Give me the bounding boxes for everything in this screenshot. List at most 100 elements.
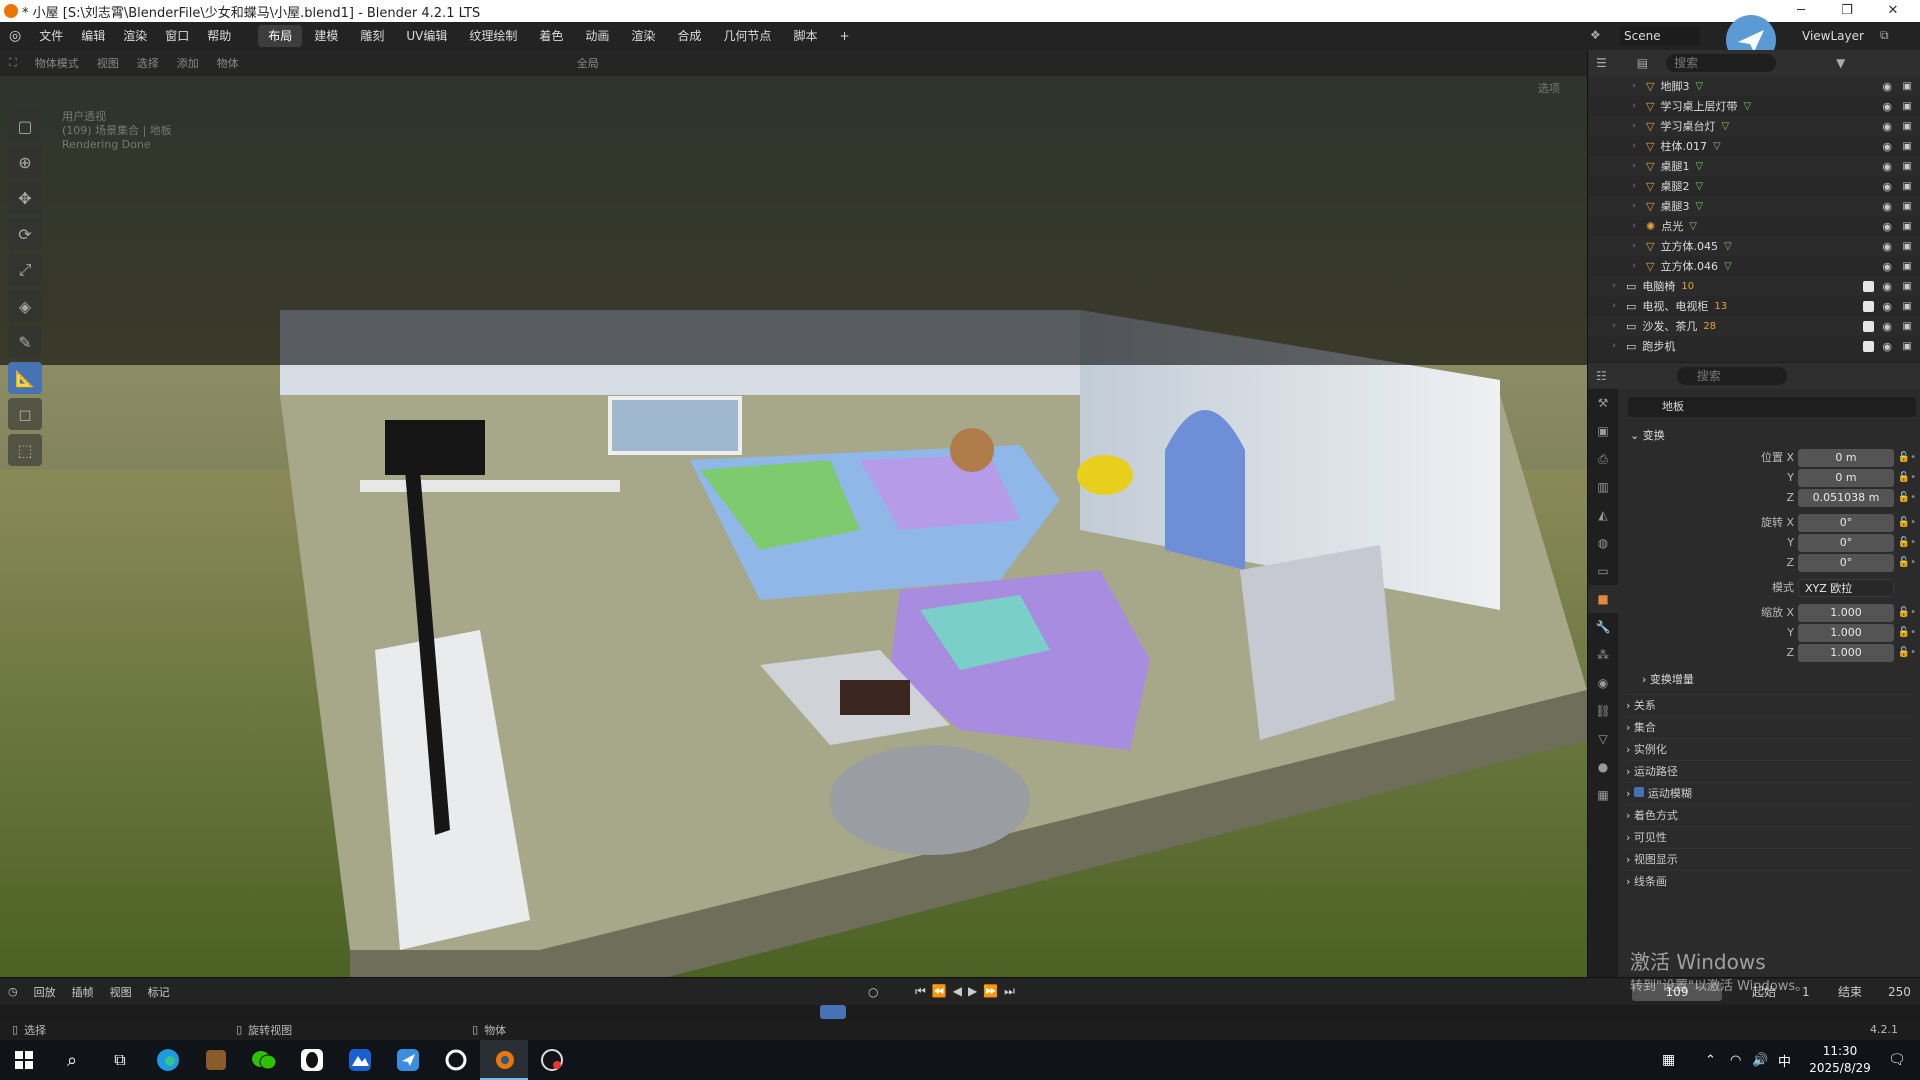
visibility-eye-icon[interactable]: ◉ [1882,260,1892,273]
viewport-options-button[interactable]: 选项 [1538,80,1560,96]
particles-tab-icon[interactable]: ⁂ [1588,641,1618,669]
expand-arrow-icon[interactable]: › [1628,81,1640,91]
cursor-tool[interactable]: ⊕ [8,146,42,178]
properties-subsection[interactable]: › 集合 [1626,716,1914,738]
outliner-row[interactable]: › ▭ 电脑椅 10 ◉ ▣ [1588,276,1920,296]
maximize-button[interactable]: ❐ [1824,0,1870,22]
timeline-menu-marker[interactable]: 标记 [140,984,178,1000]
visibility-eye-icon[interactable]: ◉ [1882,280,1892,293]
location-z-field[interactable]: Z 0.051038 m 🔓• [1622,489,1918,507]
menu-help[interactable]: 帮助 [198,22,240,50]
render-camera-icon[interactable]: ▣ [1903,241,1912,252]
material-tab-icon[interactable]: ● [1588,753,1618,781]
rotation-z-field[interactable]: Z 0° 🔓• [1622,554,1918,572]
outliner-row[interactable]: › ▽ 桌腿1 ▽ ◉ ▣ [1588,156,1920,176]
task-view-icon[interactable]: ⧉ [96,1040,144,1080]
tab-geometry-nodes[interactable]: 几何节点 [713,25,781,47]
measure-tool[interactable]: 📐 [8,362,42,394]
menu-edit[interactable]: 编辑 [72,22,114,50]
expand-arrow-icon[interactable]: › [1608,301,1620,311]
render-camera-icon[interactable]: ▣ [1903,141,1912,152]
expand-arrow-icon[interactable]: › [1628,221,1640,231]
blender-taskbar-icon[interactable] [480,1040,528,1080]
render-camera-icon[interactable]: ▣ [1903,321,1912,332]
expand-arrow-icon[interactable]: › [1608,341,1620,351]
visibility-eye-icon[interactable]: ◉ [1882,80,1892,93]
outliner-row[interactable]: › ▽ 桌腿2 ▽ ◉ ▣ [1588,176,1920,196]
object-tab-icon[interactable]: ■ [1588,585,1618,613]
expand-arrow-icon[interactable]: › [1628,241,1640,251]
qq-icon[interactable] [288,1040,336,1080]
motion-blur-checkbox[interactable] [1633,787,1644,797]
render-camera-icon[interactable]: ▣ [1903,121,1912,132]
visibility-eye-icon[interactable]: ◉ [1882,140,1892,153]
tool-tab-icon[interactable]: ⚒ [1588,389,1618,417]
mode-selector[interactable]: 物体模式 [26,55,88,71]
playback-controls[interactable]: ⏮⏪◀▶⏩⏭ [915,984,1021,999]
volume-icon[interactable]: 🔊 [1752,1053,1768,1068]
wechat-icon[interactable] [240,1040,288,1080]
modifier-tab-icon[interactable]: 🔧 [1588,613,1618,641]
tab-scripting[interactable]: 脚本 [783,25,827,47]
timeline-editor-icon[interactable]: ◷ [0,985,26,998]
menu-render[interactable]: 渲染 [114,22,156,50]
render-camera-icon[interactable]: ▣ [1903,301,1912,312]
collection-checkbox[interactable] [1863,280,1874,292]
copy-viewlayer-icon[interactable]: ⧉ [1880,28,1889,43]
transform-orientation[interactable]: 全局 [568,55,608,71]
menu-file[interactable]: 文件 [30,22,72,50]
outliner-row[interactable]: › ✺ 点光 ▽ ◉ ▣ [1588,216,1920,236]
network-icon[interactable]: ◠ [1730,1053,1741,1068]
expand-arrow-icon[interactable]: › [1628,181,1640,191]
tab-texture-paint[interactable]: 纹理绘制 [459,25,527,47]
outliner-editor-icon[interactable]: ☰ [1596,56,1607,70]
annotate-tool[interactable]: ✎ [8,326,42,358]
apps-grid-icon[interactable]: ▦ [1662,1052,1675,1068]
move-tool[interactable]: ✥ [8,182,42,214]
viewport-menu-add[interactable]: 添加 [168,55,208,71]
system-clock[interactable]: 11:30 2025/8/29 [1800,1043,1880,1077]
tab-shading[interactable]: 着色 [529,25,573,47]
ring-app-icon[interactable] [432,1040,480,1080]
collection-checkbox[interactable] [1863,340,1874,352]
world-tab-icon[interactable]: ◍ [1588,529,1618,557]
properties-subsection[interactable]: › 线条画 [1626,870,1914,892]
playhead[interactable] [820,1005,846,1019]
outliner-search-input[interactable]: 搜索 [1666,54,1777,72]
render-camera-icon[interactable]: ▣ [1903,261,1912,272]
tab-modeling[interactable]: 建模 [304,25,348,47]
expand-arrow-icon[interactable]: › [1628,101,1640,111]
tab-uv-editing[interactable]: UV编辑 [396,25,457,47]
expand-arrow-icon[interactable]: › [1628,141,1640,151]
recorder-app-icon[interactable] [528,1040,576,1080]
scale-x-field[interactable]: 缩放 X 1.000 🔓• [1622,604,1918,622]
properties-subsection[interactable]: › 可见性 [1626,826,1914,848]
rotation-mode-field[interactable]: 模式 XYZ 欧拉 [1622,579,1918,597]
outliner-row[interactable]: › ▽ 地脚3 ▽ ◉ ▣ [1588,76,1920,96]
visibility-eye-icon[interactable]: ◉ [1882,100,1892,113]
visibility-eye-icon[interactable]: ◉ [1882,160,1892,173]
scale-tool[interactable]: ⤢ [8,254,42,286]
expand-arrow-icon[interactable]: › [1628,161,1640,171]
add-workspace-button[interactable]: + [829,25,859,47]
properties-subsection[interactable]: › 运动模糊 [1626,782,1914,804]
render-camera-icon[interactable]: ▣ [1903,181,1912,192]
texture-tab-icon[interactable]: ▦ [1588,781,1618,809]
edge-browser-icon[interactable] [144,1040,192,1080]
add-cube-tool[interactable]: ◻ [8,398,42,430]
transform-tool[interactable]: ◈ [8,290,42,322]
outliner-row[interactable]: › ▽ 立方体.046 ▽ ◉ ▣ [1588,256,1920,276]
visibility-eye-icon[interactable]: ◉ [1882,220,1892,233]
ime-indicator[interactable]: 中 [1778,1051,1791,1070]
scale-z-field[interactable]: Z 1.000 🔓• [1622,644,1918,662]
outliner-row[interactable]: › ▭ 沙发、茶几 28 ◉ ▣ [1588,316,1920,336]
properties-subsection[interactable]: › 视图显示 [1626,848,1914,870]
render-camera-icon[interactable]: ▣ [1903,161,1912,172]
delta-transform-section[interactable]: › 变换增量 [1642,669,1694,691]
viewport-menu-object[interactable]: 物体 [208,55,248,71]
notification-icon[interactable]: 🗨 [1888,1052,1906,1068]
timeline-menu-keying[interactable]: 插帧 [64,984,102,1000]
properties-subsection[interactable]: › 实例化 [1626,738,1914,760]
outliner-row[interactable]: › ▽ 学习桌上层灯带 ▽ ◉ ▣ [1588,96,1920,116]
tab-animation[interactable]: 动画 [575,25,619,47]
